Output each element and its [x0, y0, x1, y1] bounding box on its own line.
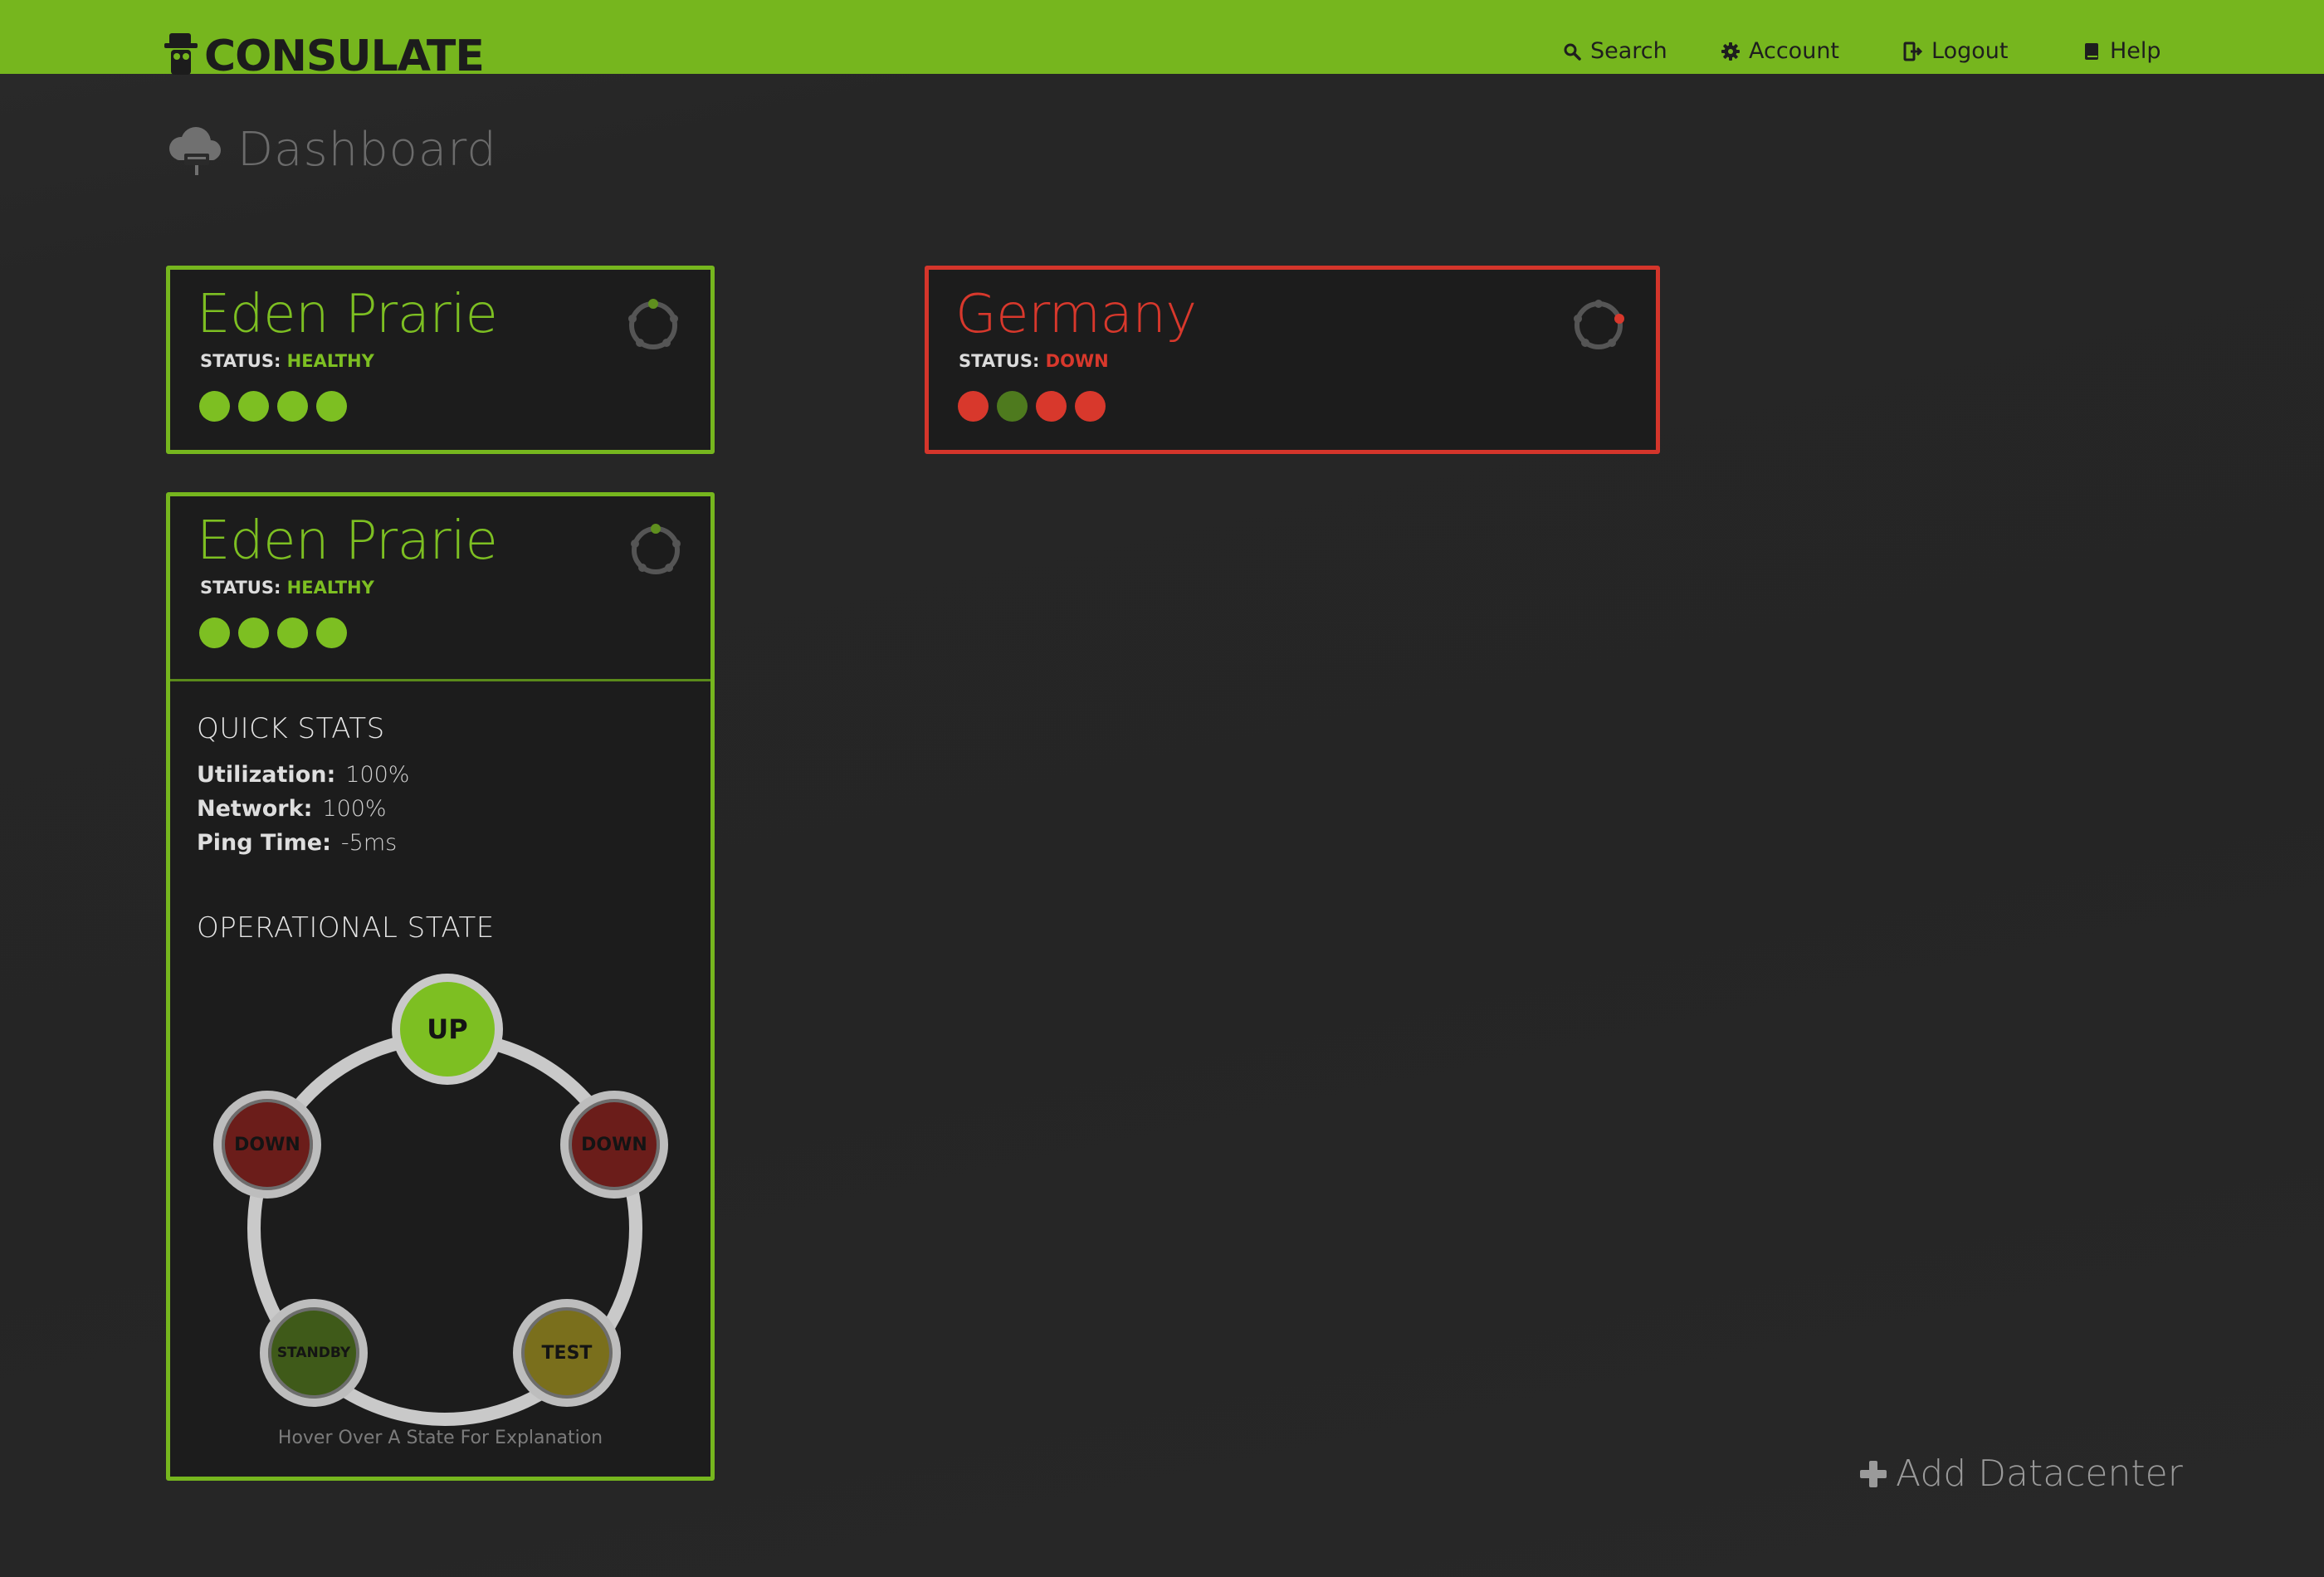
node-dot	[1075, 391, 1106, 422]
stat-utilization: Utilization: 100%	[197, 762, 409, 788]
node-dot	[238, 618, 269, 648]
nav-logout[interactable]: Logout	[1903, 38, 2008, 64]
datacenter-name: Germany	[955, 284, 1197, 345]
state-label: UP	[427, 1013, 468, 1045]
stat-value: -5ms	[340, 830, 398, 856]
add-datacenter-label: Add Datacenter	[1896, 1452, 2183, 1495]
node-dot	[199, 391, 230, 422]
stat-ping-time: Ping Time: -5ms	[197, 830, 397, 856]
node-indicators	[199, 391, 347, 422]
node-dot	[238, 391, 269, 422]
book-icon	[2085, 42, 2098, 60]
top-nav-bar: CONSULATE Search Account Logout Help	[0, 0, 2324, 78]
node-indicators	[958, 391, 1106, 422]
state-ring-icon[interactable]	[624, 295, 682, 353]
node-dot	[316, 618, 347, 648]
node-dot	[277, 391, 308, 422]
datacenter-status: STATUS: DOWN	[959, 351, 1109, 371]
cloud-server-icon	[169, 126, 221, 175]
status-value: HEALTHY	[286, 351, 374, 371]
datacenter-card-expanded[interactable]: Eden Prarie STATUS: HEALTHY QUICK STATS …	[166, 492, 715, 1481]
status-value: HEALTHY	[286, 578, 374, 598]
state-test-button[interactable]: TEST	[513, 1299, 621, 1407]
add-datacenter-button[interactable]: Add Datacenter	[1859, 1452, 2183, 1495]
plus-icon	[1860, 1460, 1887, 1487]
state-label: DOWN	[234, 1134, 300, 1155]
search-icon	[1564, 43, 1581, 61]
datacenter-card[interactable]: Germany STATUS: DOWN	[925, 266, 1660, 454]
nav-search-label: Search	[1590, 38, 1667, 64]
state-standby-button[interactable]: STANDBY	[260, 1299, 368, 1407]
state-down-button[interactable]: DOWN	[560, 1091, 668, 1199]
state-label: DOWN	[581, 1134, 647, 1155]
node-dot	[997, 391, 1028, 422]
datacenter-name: Eden Prarie	[197, 510, 498, 572]
node-dot	[1036, 391, 1067, 422]
nav-account[interactable]: Account	[1721, 38, 1839, 64]
state-label: TEST	[541, 1342, 593, 1364]
status-label: STATUS:	[200, 578, 281, 598]
operational-state-title: OPERATIONAL STATE	[197, 911, 495, 945]
stat-network: Network: 100%	[197, 796, 387, 822]
quick-stats-title: QUICK STATS	[197, 712, 385, 745]
stat-label: Ping Time:	[197, 830, 331, 856]
node-dot	[277, 618, 308, 648]
node-dot	[958, 391, 989, 422]
state-down-button[interactable]: DOWN	[213, 1091, 321, 1199]
status-value: DOWN	[1045, 351, 1109, 371]
status-label: STATUS:	[959, 351, 1040, 371]
logout-icon	[1903, 42, 1923, 61]
card-divider	[170, 679, 710, 681]
nav-search[interactable]: Search	[1562, 38, 1667, 64]
nav-account-label: Account	[1749, 38, 1840, 64]
gear-icon	[1721, 42, 1740, 61]
state-ring-icon[interactable]	[1570, 295, 1628, 353]
datacenter-name: Eden Prarie	[197, 284, 498, 345]
datacenter-status: STATUS: HEALTHY	[200, 578, 374, 598]
stat-value: 100%	[322, 796, 387, 822]
datacenter-card[interactable]: Eden Prarie STATUS: HEALTHY	[166, 266, 715, 454]
nav-help-label: Help	[2110, 38, 2161, 64]
status-label: STATUS:	[200, 351, 281, 371]
state-ring-icon[interactable]	[627, 520, 685, 578]
page-title: Dashboard	[164, 123, 497, 177]
node-dot	[316, 391, 347, 422]
state-up-button[interactable]: UP	[392, 974, 503, 1085]
main-nav: Search Account Logout Help	[0, 38, 2324, 71]
page-title-text: Dashboard	[237, 123, 497, 177]
nav-logout-label: Logout	[1931, 38, 2009, 64]
datacenter-status: STATUS: HEALTHY	[200, 351, 374, 371]
node-dot	[199, 618, 230, 648]
state-label: STANDBY	[276, 1345, 351, 1361]
node-indicators	[199, 618, 347, 648]
stat-label: Utilization:	[197, 762, 336, 788]
stat-value: 100%	[345, 762, 410, 788]
stat-label: Network:	[197, 796, 313, 822]
nav-help[interactable]: Help	[2082, 38, 2161, 64]
state-hover-hint: Hover Over A State For Explanation	[277, 1428, 603, 1448]
